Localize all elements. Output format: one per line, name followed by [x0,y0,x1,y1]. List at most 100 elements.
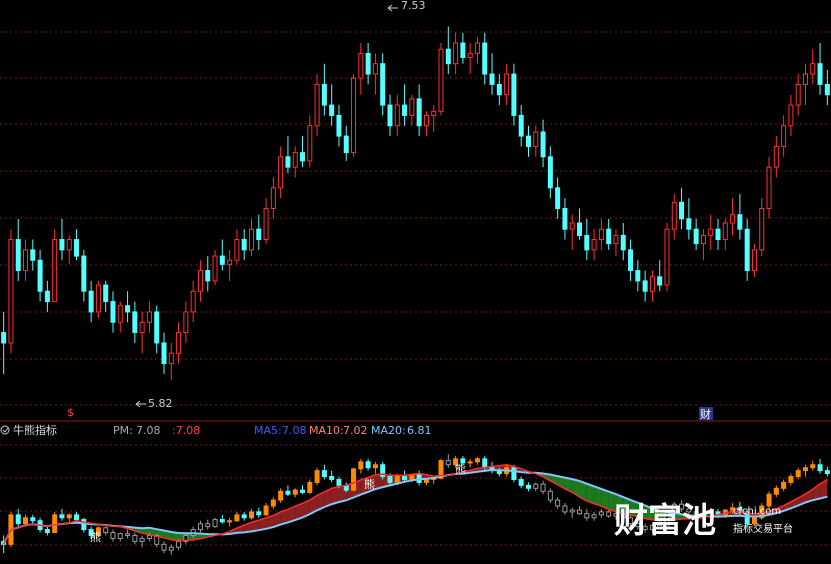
pm-value: 7.08 [136,424,161,437]
candle-body [241,239,247,251]
ma20-value: 6.81 [407,424,432,437]
ind-candle-body [584,513,590,519]
ind-candle-body [409,474,415,480]
candle-body [693,228,699,245]
candle-body [562,208,568,230]
candle-body [802,73,808,85]
candle-body [197,270,203,292]
candle-body [788,104,794,127]
candle-body [722,222,728,241]
candlestick-chart: 7.53 5.82 $ 财 牛熊指标 PM: 7.08 :7.08 MA5: 7… [0,0,831,555]
candle-body [657,276,663,286]
candle-body [671,201,677,230]
ind-candle-body [533,483,539,489]
pm-label: PM: [113,424,133,437]
ind-candle-body [569,509,575,513]
candle-body [474,42,480,54]
candle-body [59,239,65,251]
candle-body [700,234,706,245]
candle-body [547,156,553,189]
candle-body [161,342,167,365]
candle-body [110,301,116,323]
indicator-toggle-icon[interactable] [0,425,10,435]
candle-body [66,239,72,251]
ind-candle-body [248,511,254,519]
xiong-marker-2: 熊 [364,477,375,491]
candle-body [438,48,444,112]
watermark-url: cfchi.com [733,506,781,517]
candle-body [525,135,531,147]
candle-body [256,228,262,241]
candle-body [8,239,14,344]
ind-candle-body [402,476,408,480]
candle-body [577,222,583,236]
candle-body [766,166,772,209]
candle-body [453,42,459,65]
ind-candle-body [474,458,480,463]
watermark: 财富池 cfchi.com 指标交易平台 [614,501,793,541]
candle-body [81,255,87,292]
ind-candle-body [795,470,801,478]
xiong-marker: 熊 [455,462,466,476]
candle-body [248,228,254,251]
low-price-label: 5.82 [148,397,173,410]
ind-candle-body [540,483,546,492]
candle-body [649,276,655,292]
candle-body [168,352,174,365]
candle-body [263,208,269,241]
ind-candle-body [598,511,604,516]
ind-candle-body [205,523,211,528]
candle-body [380,63,386,106]
ind-candle-body [139,537,145,542]
ind-candle-body [387,476,393,483]
dollar-marker: $ [67,406,74,419]
ind-candle-body [817,464,823,472]
candle-body [744,228,750,272]
ind-candle-body [234,514,240,522]
candle-body [15,239,21,272]
candle-body [504,73,510,96]
candle-body [467,52,473,59]
candle-body [300,152,306,162]
cai-marker: 财 [700,407,711,421]
candle-body [37,259,43,292]
candle-body [708,228,714,236]
ind-candle-body [168,546,174,551]
candle-body [555,187,561,210]
ma10-value: 7.02 [343,424,368,437]
indicator-name: 牛熊指标 [13,423,57,437]
ind-candle-body [307,481,313,493]
ind-candle-body [482,458,488,469]
ind-candle-body [358,461,364,470]
ind-candle-body [606,511,612,517]
candle-body [759,208,765,251]
price-candles [1,26,830,381]
ind-candle-body [518,478,524,486]
high-price-label: 7.53 [401,0,426,12]
candle-body [30,249,36,261]
ind-candle-body [197,523,203,531]
ind-candle-body [110,532,116,539]
candle-body [635,270,641,282]
candle-body [336,114,342,137]
candle-body [824,83,830,96]
high-price-pointer [387,4,398,12]
candle-body [686,218,692,230]
candle-body [95,284,101,313]
ind-candle-body [30,517,36,522]
ind-candle-body [773,487,779,495]
candle-body [781,125,787,147]
ind-candle-body [547,490,553,501]
candle-body [598,228,604,241]
ind-candle-body [314,470,320,483]
candle-body [540,131,546,158]
candle-body [139,321,145,334]
ind-candle-body [15,514,21,525]
ind-candle-body [300,489,306,493]
ind-candle-body [292,489,298,495]
ind-candle-body [270,499,276,507]
candle-body [569,222,575,230]
candle-body [227,259,233,265]
candle-body [1,332,7,344]
candle-body [679,201,685,220]
